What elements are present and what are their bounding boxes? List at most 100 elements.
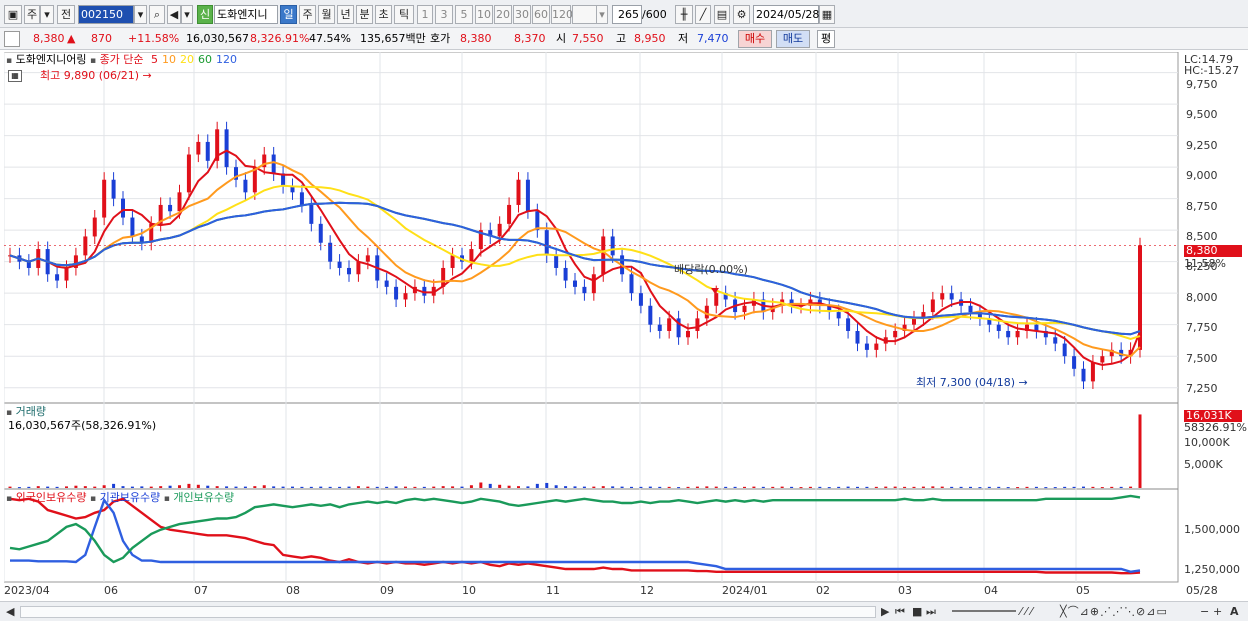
minute-button-2[interactable]: 5 — [455, 5, 473, 24]
volume-bar — [582, 486, 586, 488]
buy-button[interactable]: 매수 — [738, 30, 772, 48]
scroll-right-icon[interactable]: ▶ — [881, 605, 889, 619]
volume-bar — [1110, 486, 1114, 488]
speaker-dropdown-icon[interactable]: ▾ — [181, 5, 193, 24]
last-page-icon[interactable]: ⏭ — [926, 605, 936, 619]
candle-body — [667, 318, 672, 331]
table-icon[interactable]: ▦ — [8, 70, 22, 82]
minute-button-6[interactable]: 60 — [532, 5, 550, 24]
candle-body — [855, 330, 860, 344]
stock-chart[interactable] — [4, 52, 1180, 600]
eval-button[interactable]: 평 — [817, 30, 835, 48]
candle-body — [1072, 356, 1077, 369]
scroll-left-icon[interactable]: ◀ — [6, 605, 14, 619]
candle-body — [704, 305, 709, 319]
date-input[interactable]: 2024/05/28 — [753, 5, 819, 24]
search-icon[interactable]: ⌕ — [149, 5, 165, 24]
candle-body — [657, 324, 662, 331]
minute-button-0[interactable]: 1 — [417, 5, 433, 24]
period-tab-3[interactable]: 년 — [337, 5, 354, 24]
volume-bar — [912, 486, 916, 488]
quote-checkbox[interactable] — [4, 31, 20, 47]
zoom-out-icon[interactable]: − — [1200, 605, 1209, 619]
candle-body — [64, 267, 69, 281]
candle-body — [384, 280, 389, 287]
volume-bar — [65, 486, 68, 488]
period-tab-4[interactable]: 분 — [356, 5, 373, 24]
period-tab-1[interactable]: 주 — [299, 5, 316, 24]
code-dropdown-icon[interactable]: ▾ — [134, 5, 147, 24]
code-input[interactable]: 002150 — [78, 5, 134, 24]
volume-bar — [987, 486, 991, 488]
volume-bar — [328, 486, 332, 488]
period-tab-0[interactable]: 일 — [280, 5, 297, 24]
type-select[interactable]: 주 — [24, 5, 40, 24]
volume-bar — [196, 484, 200, 488]
type-dropdown-icon[interactable]: ▾ — [40, 5, 54, 24]
minute-button-7[interactable]: 120 — [551, 5, 573, 24]
low-label: 저 — [678, 32, 689, 45]
high-price: 8,950 — [634, 32, 666, 45]
volume-bar — [83, 486, 87, 488]
sell-button[interactable]: 매도 — [776, 30, 810, 48]
layout-icon[interactable]: ▣ — [4, 5, 22, 24]
zoom-in-icon[interactable]: + — [1213, 605, 1222, 619]
candle-body — [1090, 362, 1095, 382]
zoom-slider[interactable] — [952, 610, 1016, 612]
arrow-right-icon: → — [1018, 376, 1028, 389]
speaker-icon[interactable]: ◀ — [167, 5, 181, 24]
volume-bar — [17, 487, 21, 489]
candle-body — [1062, 343, 1067, 357]
candle-style-icon[interactable]: ╫ — [675, 5, 693, 24]
ma-period-label: 10 — [162, 53, 177, 66]
candle-body — [186, 154, 191, 193]
volume-last-pct: 58326.91% — [1184, 421, 1247, 434]
volume-bar — [404, 486, 407, 488]
candle-body — [648, 305, 653, 325]
minute-button-3[interactable]: 10 — [475, 5, 493, 24]
last-pct-label: 11.58% — [1184, 257, 1226, 270]
volume-bar — [1119, 486, 1123, 488]
volume-bar — [818, 486, 822, 488]
minute-button-1[interactable]: 3 — [435, 5, 453, 24]
minute-button-5[interactable]: 30 — [513, 5, 531, 24]
volume-bar — [36, 486, 40, 488]
volume-bar — [498, 484, 502, 488]
volume-bar — [1129, 486, 1133, 488]
volume-bar — [130, 486, 134, 488]
candle-body — [912, 318, 916, 325]
ma-period-label: 60 — [198, 53, 213, 66]
draw-tool-icon[interactable]: ╱ — [695, 5, 711, 24]
font-size-icon[interactable]: A — [1230, 605, 1239, 619]
min-price-label: 최저 7,300 (04/18) → — [916, 376, 1028, 389]
candle-body — [450, 255, 455, 268]
volume-bar — [8, 486, 12, 488]
volume-bar — [517, 486, 520, 488]
drawing-tools-icon[interactable]: ╳⌒⊿⊕⋰⋰⋱⊘⊿▭ — [1060, 605, 1168, 619]
period-tab-6[interactable]: 틱 — [394, 5, 414, 24]
stop-icon[interactable]: ■ — [912, 605, 922, 619]
volume-bar — [620, 486, 624, 488]
first-page-icon[interactable]: ⏮ — [895, 605, 905, 619]
period-tab-5[interactable]: 초 — [375, 5, 392, 24]
save-icon[interactable]: ▤ — [714, 5, 730, 24]
x-axis-label: 06 — [104, 584, 118, 597]
scrollbar-track[interactable] — [20, 606, 876, 618]
count-input[interactable]: 265 — [612, 5, 642, 24]
volume-bar — [74, 485, 78, 488]
candle-body — [205, 141, 210, 161]
volume-bar — [1016, 487, 1020, 489]
minute-dropdown-icon[interactable]: ▾ — [596, 5, 608, 24]
period-tab-2[interactable]: 월 — [318, 5, 335, 24]
holding-legend: ▪ 외국인보유수량 ▪ 기관보유수량 ▪ 개인보유수량 — [6, 491, 234, 506]
trend-line-icon[interactable]: ⁄ ⁄ ⁄ — [1020, 605, 1033, 619]
turnover-pct: 47.54% — [309, 32, 351, 45]
candle-body — [601, 236, 606, 275]
settings-gear-icon[interactable]: ⚙ — [733, 5, 750, 24]
prev-button[interactable]: 전 — [57, 5, 75, 24]
minute-button-4[interactable]: 20 — [494, 5, 512, 24]
calendar-icon[interactable]: ▦ — [819, 5, 835, 24]
x-axis-label: 2024/01 — [722, 584, 768, 597]
candle-body — [497, 223, 502, 237]
legend-square-icon: ▪ — [6, 494, 13, 504]
